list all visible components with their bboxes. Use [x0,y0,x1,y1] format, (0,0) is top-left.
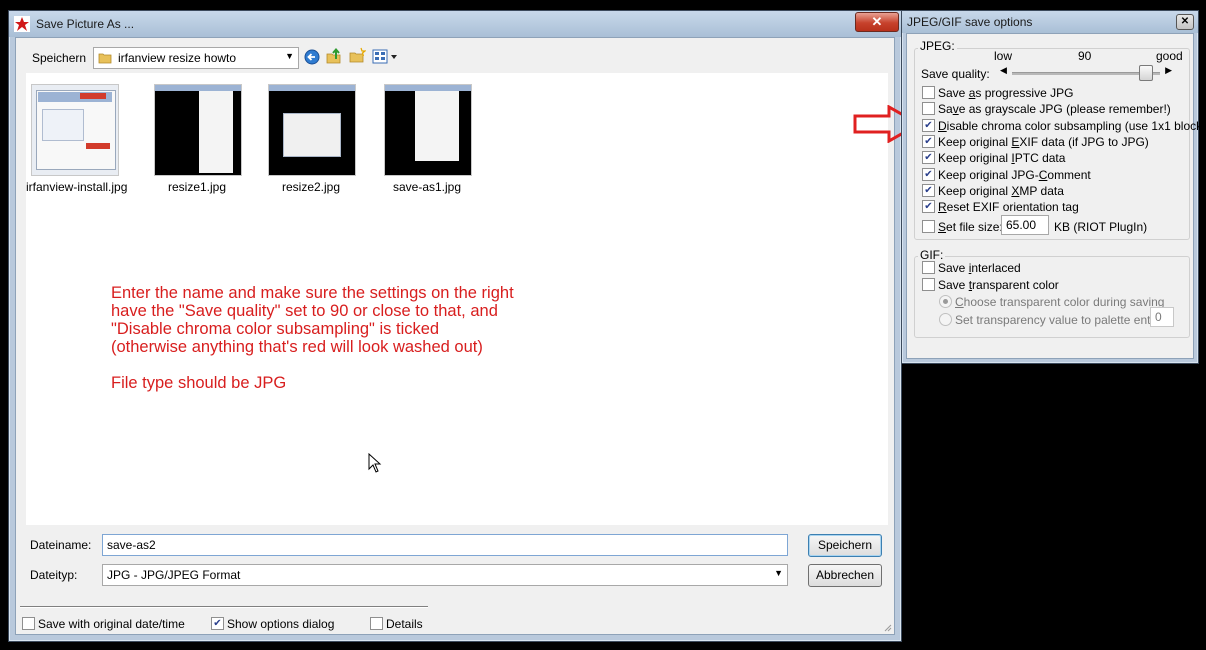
filetype-value: JPG - JPG/JPEG Format [107,568,241,582]
filename-value: save-as2 [107,538,156,552]
grayscale-jpg-checkbox[interactable] [922,102,935,115]
options-close-button[interactable]: ✕ [1176,14,1194,30]
folder-name: irfanview resize howto [118,51,237,65]
file-list-pane[interactable]: irfanview-install.jpg resize1.jpg resize… [26,73,888,525]
annotation-line: "Disable chroma color subsampling" is ti… [111,320,440,338]
keep-jpg-comment-label[interactable]: Keep original JPG-Comment [938,168,1091,182]
gif-group-title: GIF: [918,248,946,262]
reset-exif-orientation-label[interactable]: Reset EXIF orientation tag [938,200,1079,214]
quality-value-label: 90 [1078,49,1092,63]
annotation-line: Enter the name and make sure the setting… [111,284,514,302]
annotation-line: File type should be JPG [111,374,287,392]
set-file-size-label[interactable]: Set file size: [938,220,1003,234]
quality-label: Save quality: [921,67,990,81]
transparent-color-label[interactable]: Save transparent color [938,278,1059,292]
keep-xmp-checkbox[interactable]: ✔ [922,184,935,197]
slider-thumb[interactable] [1139,65,1153,81]
slider-track [1012,72,1160,75]
file-thumbnail[interactable] [384,84,472,176]
file-name[interactable]: irfanview-install.jpg [26,180,127,194]
palette-entry-radio[interactable] [939,313,952,326]
choose-color-label[interactable]: Choose transparent color during saving [955,295,1164,309]
file-name[interactable]: resize2.jpg [261,180,361,194]
view-menu-button[interactable] [372,48,402,66]
keep-iptc-checkbox[interactable]: ✔ [922,151,935,164]
irfanview-app-icon [14,16,30,32]
jpeg-group-title: JPEG: [918,39,957,53]
file-size-value: 65.00 [1006,218,1037,232]
mouse-cursor-icon [368,453,382,473]
close-icon: ✕ [871,14,883,29]
keep-exif-label[interactable]: Keep original EXIF data (if JPG to JPG) [938,135,1149,149]
file-size-unit: KB (RIOT PlugIn) [1054,220,1148,234]
folder-combo[interactable]: irfanview resize howto ▼ [93,47,299,69]
choose-color-radio[interactable] [939,295,952,308]
file-thumbnail[interactable] [31,84,119,176]
save-dialog-title: Save Picture As ... [36,17,135,31]
cancel-button[interactable]: Abbrechen [808,564,882,587]
progressive-jpg-label[interactable]: Save as progressive JPG [938,86,1073,100]
annotation-line: have the "Save quality" set to 90 or clo… [111,302,498,320]
palette-entry-value: 0 [1155,310,1162,324]
chevron-down-icon: ▼ [774,568,783,578]
jpeg-gif-options-window: JPEG/GIF save options ✕ JPEG: low 90 goo… [901,10,1206,364]
file-thumbnail[interactable] [268,84,356,176]
slider-left-arrow-icon[interactable]: ◀ [1000,65,1007,76]
save-picture-dialog: Save Picture As ... ✕ Speichern irfanvie… [8,10,902,642]
filename-input[interactable]: save-as2 [102,534,788,556]
disable-chroma-subsampling-label[interactable]: Disable chroma color subsampling (use 1x… [938,119,1206,133]
show-options-checkbox[interactable]: ✔ [211,617,224,630]
details-label[interactable]: Details [386,617,423,631]
keep-exif-checkbox[interactable]: ✔ [922,135,935,148]
quality-low-label: low [994,49,1013,63]
keep-iptc-label[interactable]: Keep original IPTC data [938,151,1065,165]
resize-grip-icon[interactable] [882,622,892,632]
chevron-down-icon: ▼ [285,51,294,61]
show-options-label[interactable]: Show options dialog [227,617,334,631]
close-button[interactable]: ✕ [855,12,899,32]
save-dialog-titlebar[interactable]: Save Picture As ... ✕ [9,11,901,37]
grayscale-jpg-label[interactable]: Save as grayscale JPG (please remember!) [938,102,1171,116]
interlaced-label[interactable]: Save interlaced [938,261,1021,275]
new-folder-icon[interactable] [348,47,366,65]
reset-exif-orientation-checkbox[interactable]: ✔ [922,200,935,213]
save-button[interactable]: Speichern [808,534,882,557]
options-titlebar[interactable]: JPEG/GIF save options ✕ [902,11,1198,33]
keep-jpg-comment-checkbox[interactable]: ✔ [922,168,935,181]
file-size-input[interactable]: 65.00 [1001,215,1049,235]
quality-slider[interactable]: ◀ ▶ [1000,65,1172,81]
close-icon: ✕ [1180,16,1190,27]
folder-icon [98,53,112,64]
save-dialog-client: Speichern irfanview resize howto ▼ irfan… [15,37,895,635]
file-name[interactable]: resize1.jpg [147,180,247,194]
interlaced-checkbox[interactable] [922,261,935,274]
file-thumbnail[interactable] [154,84,242,176]
options-title: JPEG/GIF save options [907,15,1033,29]
annotation-line: (otherwise anything that's red will look… [111,338,483,356]
slider-right-arrow-icon[interactable]: ▶ [1165,65,1172,76]
filename-label: Dateiname: [30,538,92,552]
details-checkbox[interactable] [370,617,383,630]
transparent-color-checkbox[interactable] [922,278,935,291]
quality-good-label: good [1156,49,1183,63]
up-folder-icon[interactable] [325,47,343,65]
filetype-select[interactable]: JPG - JPG/JPEG Format ▼ [102,564,788,586]
original-date-label[interactable]: Save with original date/time [38,617,185,631]
palette-entry-label[interactable]: Set transparency value to palette entry: [955,313,1164,327]
save-in-label: Speichern [32,51,87,65]
palette-entry-input[interactable]: 0 [1150,307,1174,327]
options-client: JPEG: low 90 good Save quality: ◀ ▶ Save… [906,33,1206,359]
keep-xmp-label[interactable]: Keep original XMP data [938,184,1064,198]
file-name[interactable]: save-as1.jpg [377,180,477,194]
set-file-size-checkbox[interactable] [922,220,935,233]
view-menu-icon [372,49,397,64]
disable-chroma-subsampling-checkbox[interactable]: ✔ [922,119,935,132]
original-date-checkbox[interactable] [22,617,35,630]
filetype-label: Dateityp: [30,568,78,582]
back-icon[interactable] [304,49,320,65]
separator-line [20,606,428,608]
progressive-jpg-checkbox[interactable] [922,86,935,99]
